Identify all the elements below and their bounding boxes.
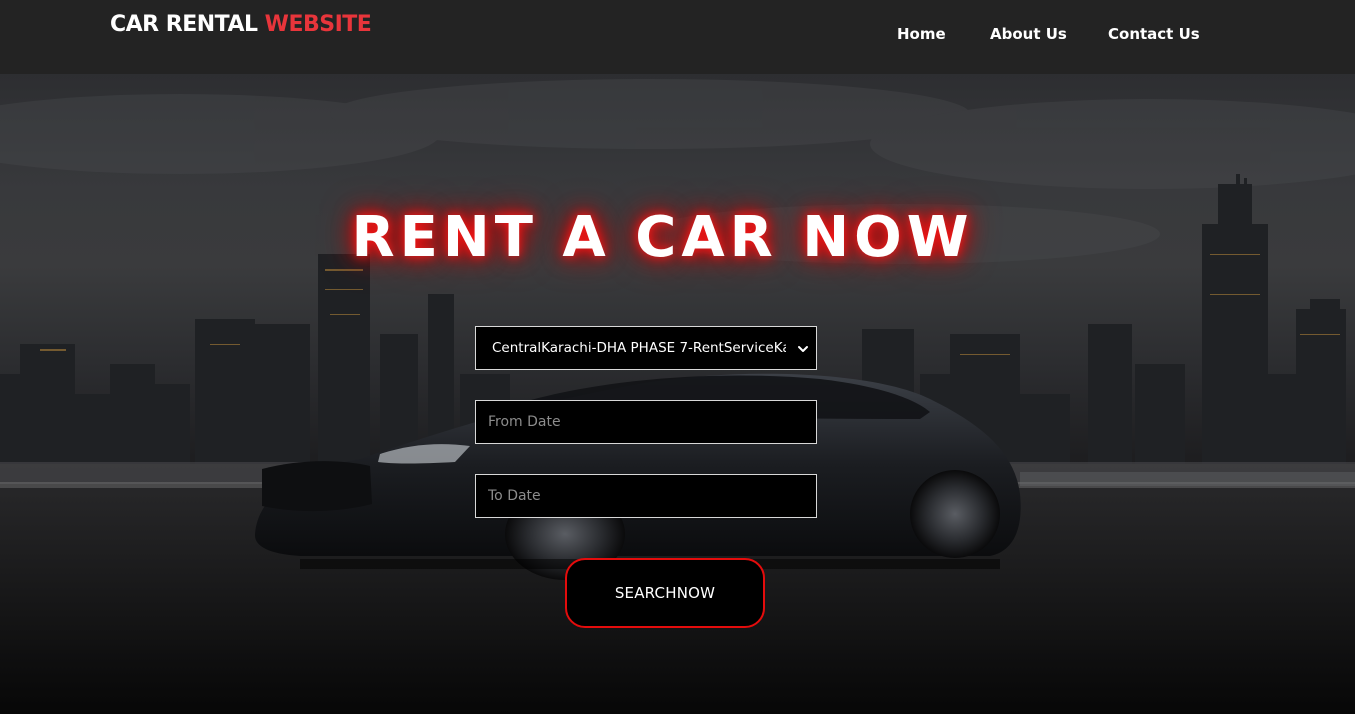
nav-link-about-us[interactable]: About Us <box>990 25 1067 43</box>
to-date-field <box>475 474 817 518</box>
hero-headline: RENT A CAR NOW <box>351 205 974 270</box>
search-now-button[interactable]: SEARCHNOW <box>565 558 765 628</box>
chevron-down-icon <box>798 346 808 352</box>
page: CAR RENTAL WEBSITE Home About Us Contact… <box>0 0 1355 714</box>
to-date-input[interactable] <box>476 475 816 517</box>
nav-link-contact-us[interactable]: Contact Us <box>1108 25 1200 43</box>
navbar: CAR RENTAL WEBSITE Home About Us Contact… <box>0 0 1355 74</box>
main-nav: Home About Us Contact Us <box>0 25 1355 45</box>
from-date-input[interactable] <box>476 401 816 443</box>
location-select-value: CentralKarachi-DHA PHASE 7-RentServiceKa… <box>492 340 786 356</box>
from-date-field <box>475 400 817 444</box>
location-select[interactable]: CentralKarachi-DHA PHASE 7-RentServiceKa… <box>475 326 817 370</box>
nav-link-home[interactable]: Home <box>897 25 946 43</box>
